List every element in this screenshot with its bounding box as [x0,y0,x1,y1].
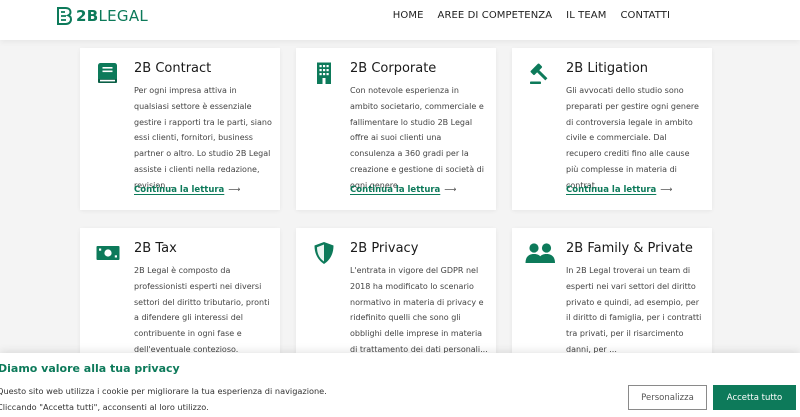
main-nav: HOME AREE DI COMPETENZA IL TEAM CONTATTI [386,10,677,22]
arrow-right-icon: ⟶ [228,185,241,195]
accept-all-cookies-button[interactable]: Accetta tutto [713,385,796,410]
cookie-banner: Diamo valore alla tua privacy Questo sit… [0,353,800,417]
card-title: 2B Contract [134,61,212,76]
nav-il-team[interactable]: IL TEAM [559,10,613,22]
card-description: In 2B Legal troverai un team di esperti … [566,266,702,354]
gavel-icon [530,63,548,84]
customize-cookies-button[interactable]: Personalizza [628,385,707,410]
shield-icon [314,242,334,264]
card-description: Con notevole esperienza in ambito societ… [350,86,484,190]
service-card-contract: 2B Contract Per ogni impresa attiva in q… [80,48,280,210]
card-title: 2B Corporate [350,61,437,76]
read-more-link[interactable]: Continua la lettura ⟶ [350,185,456,195]
nav-aree-di-competenza[interactable]: AREE DI COMPETENZA [431,10,560,22]
logo-text: 2BLEGAL [76,7,149,25]
card-description: L'entrata in vigore del GDPR nel 2018 ha… [350,266,488,354]
read-more-link[interactable]: Continua la lettura ⟶ [134,185,240,195]
money-bill-icon [96,246,120,260]
card-description: Per ogni impresa attiva in qualsiasi set… [134,86,272,190]
service-card-litigation: 2B Litigation Gli avvocati dello studio … [512,48,712,210]
nav-contatti[interactable]: CONTATTI [613,10,677,22]
site-header: 2BLEGAL HOME AREE DI COMPETENZA IL TEAM … [0,0,800,40]
read-more-link[interactable]: Continua la lettura ⟶ [566,185,672,195]
cookie-title: Diamo valore alla tua privacy [0,362,180,375]
brand-logo[interactable]: 2BLEGAL [56,7,148,25]
card-title: 2B Privacy [350,241,419,256]
cookie-text-line-2: Cliccando "Accetta tutti", acconsenti al… [0,402,209,412]
cookie-text-line-1: Questo sito web utilizza i cookie per mi… [0,386,327,396]
users-icon [525,243,555,263]
arrow-right-icon: ⟶ [660,185,673,195]
nav-home[interactable]: HOME [386,10,431,22]
service-card-corporate: 2B Corporate Con notevole esperienza in … [296,48,496,210]
card-title: 2B Family & Private [566,241,693,256]
arrow-right-icon: ⟶ [444,185,457,195]
card-description: 2B Legal è composto da professionisti es… [134,266,270,354]
building-icon [317,62,331,84]
card-title: 2B Tax [134,241,177,256]
card-description: Gli avvocati dello studio sono preparati… [566,86,699,190]
contract-book-icon [98,63,117,83]
logo-mark-icon [57,7,72,25]
card-title: 2B Litigation [566,61,649,76]
